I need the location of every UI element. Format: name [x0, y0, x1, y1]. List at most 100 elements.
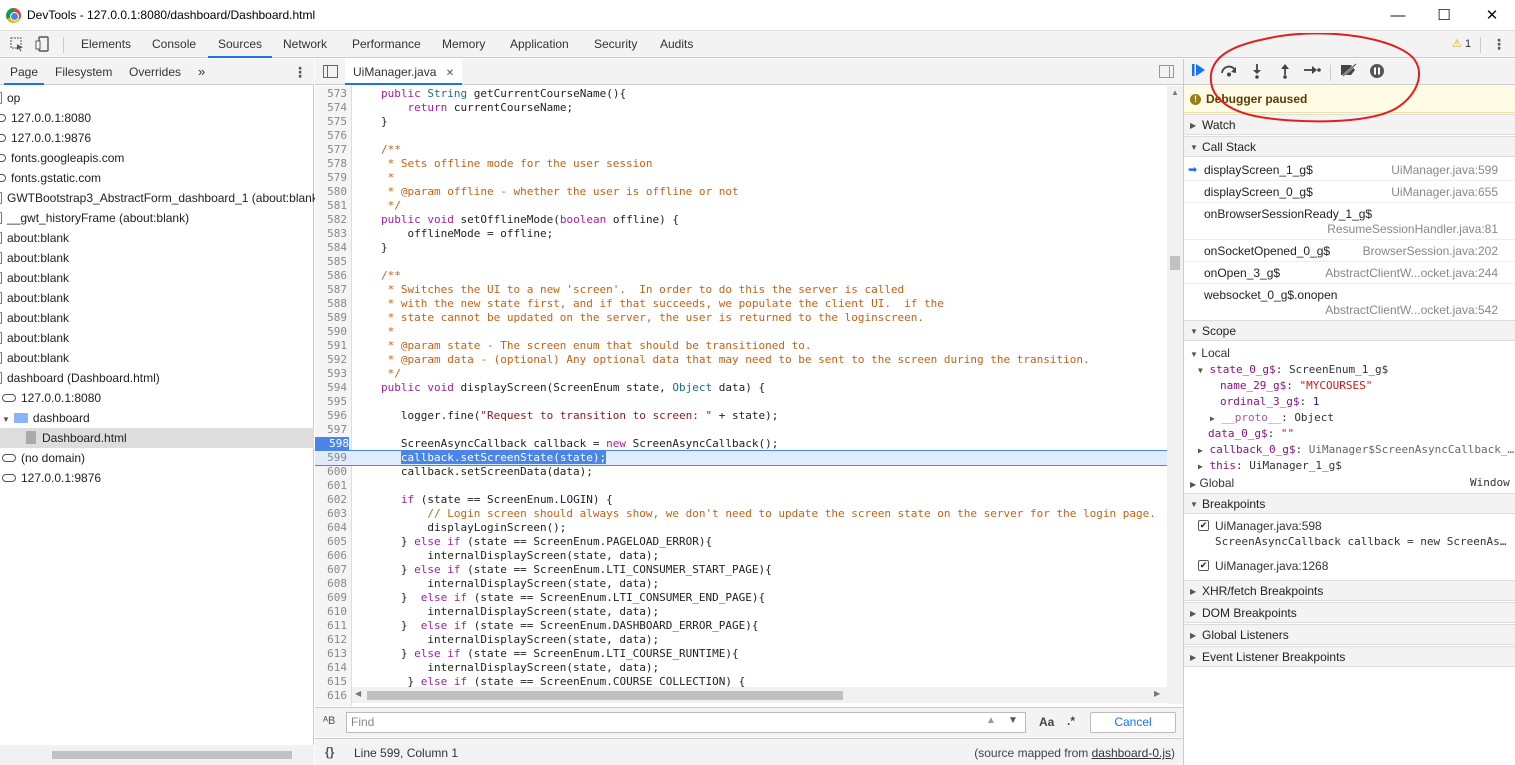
line-number[interactable]: 586 [315, 269, 347, 283]
tree-item[interactable]: 127.0.0.1:9876 [0, 468, 314, 488]
code-line[interactable]: 596 logger.fine("Request to transition t… [315, 409, 1167, 423]
line-number[interactable]: 577 [315, 143, 347, 157]
call-frame[interactable]: displayScreen_0_g$ UiManager.java:655 [1184, 181, 1515, 203]
device-toolbar-icon[interactable] [35, 36, 51, 52]
call-frame-location[interactable]: BrowserSession.java:202 [1363, 244, 1498, 258]
code-line[interactable]: 585 [315, 255, 1167, 269]
tab-elements[interactable]: Elements [81, 31, 131, 58]
tree-item[interactable]: GWTBootstrap3_AbstractForm_dashboard_1 (… [0, 188, 322, 208]
tree-item[interactable]: (no domain) [0, 448, 314, 468]
line-number[interactable]: 613 [315, 647, 347, 661]
code-line[interactable]: 605 } else if (state == ScreenEnum.PAGEL… [315, 535, 1167, 549]
code-line[interactable]: 589 * state cannot be updated on the ser… [315, 311, 1167, 325]
global-listeners-header[interactable]: ▶ Global Listeners [1184, 624, 1515, 645]
step-out-icon[interactable] [1276, 63, 1294, 81]
code-line[interactable]: 613 } else if (state == ScreenEnum.LTI_C… [315, 647, 1167, 661]
xhr-breakpoints-header[interactable]: ▶ XHR/fetch Breakpoints [1184, 580, 1515, 601]
nav-tab-overrides[interactable]: Overrides [129, 59, 181, 85]
code-area[interactable]: 573 public String getCurrentCourseName(){… [315, 86, 1167, 704]
pretty-print-button[interactable]: {} [325, 745, 334, 759]
deactivate-breakpoints-icon[interactable] [1340, 63, 1358, 81]
more-tabs-icon[interactable]: » [198, 59, 205, 85]
call-frame-location[interactable]: ResumeSessionHandler.java:81 [1327, 222, 1498, 236]
scope-proto[interactable]: ▶ __proto__: Object [1210, 410, 1334, 426]
navigator-hscrollbar[interactable] [0, 745, 314, 765]
code-line[interactable]: 587 * Switches the UI to a new 'screen'.… [315, 283, 1167, 297]
find-next-icon[interactable]: ▼ [1008, 715, 1018, 726]
line-number[interactable]: 587 [315, 283, 347, 297]
editor-tab-uimanager[interactable]: UiManager.java ✕ [345, 59, 463, 85]
line-number[interactable]: 609 [315, 591, 347, 605]
line-number[interactable]: 597 [315, 423, 347, 437]
find-prev-icon[interactable]: ▲ [986, 715, 996, 726]
call-frame-location[interactable]: UiManager.java:599 [1391, 163, 1498, 177]
line-number[interactable]: 576 [315, 129, 347, 143]
line-number[interactable]: 585 [315, 255, 347, 269]
breakpoint-item[interactable]: ✔ UiManager.java:598 ScreenAsyncCallback c… [1184, 516, 1515, 554]
step-into-icon[interactable] [1248, 63, 1266, 81]
line-number[interactable]: 588 [315, 297, 347, 311]
line-number[interactable]: 600 [315, 465, 347, 479]
tab-console[interactable]: Console [152, 31, 196, 58]
tree-item[interactable]: 127.0.0.1:9876 [0, 128, 314, 148]
call-frame-location[interactable]: AbstractClientW...ocket.java:244 [1325, 266, 1498, 280]
more-options-icon[interactable]: ⋮ [1492, 36, 1506, 53]
line-number[interactable]: 616 [315, 689, 347, 703]
line-number[interactable]: 573 [315, 87, 347, 101]
line-number[interactable]: 581 [315, 199, 347, 213]
close-tab-icon[interactable]: ✕ [446, 68, 454, 79]
line-number[interactable]: 601 [315, 479, 347, 493]
tab-security[interactable]: Security [594, 31, 637, 58]
line-number[interactable]: 603 [315, 507, 347, 521]
pause-on-exceptions-icon[interactable] [1368, 63, 1386, 81]
tab-audits[interactable]: Audits [660, 31, 693, 58]
close-window-button[interactable]: ✕ [1469, 0, 1515, 31]
tab-application[interactable]: Application [510, 31, 569, 58]
breakpoint-checkbox[interactable]: ✔ [1198, 520, 1209, 531]
scope-local[interactable]: ▼ Local [1190, 345, 1230, 361]
code-line[interactable]: 583 offlineMode = offline; [315, 227, 1167, 241]
toggle-navigator-icon[interactable] [323, 65, 338, 78]
code-line[interactable]: 612 internalDisplayScreen(state, data); [315, 633, 1167, 647]
watch-section-header[interactable]: ▶ Watch [1184, 114, 1515, 135]
line-number[interactable]: 578 [315, 157, 347, 171]
tree-item[interactable]: about:blank [0, 248, 314, 268]
tab-sources[interactable]: Sources [208, 31, 273, 58]
editor-hscrollbar[interactable]: ◀ ▶ [352, 687, 1167, 703]
replace-toggle-icon[interactable]: ᴬB [323, 715, 335, 727]
tree-item[interactable]: dashboard (Dashboard.html) [0, 368, 314, 388]
code-line[interactable]: 573 public String getCurrentCourseName(){ [315, 87, 1167, 101]
line-number[interactable]: 611 [315, 619, 347, 633]
expand-arrow-icon[interactable]: ▼ [2, 415, 10, 424]
code-line[interactable]: 591 * @param state - The screen enum tha… [315, 339, 1167, 353]
code-line[interactable]: 582 public void setOfflineMode(boolean of… [315, 213, 1167, 227]
resume-icon[interactable] [1190, 63, 1208, 81]
call-frame[interactable]: onSocketOpened_0_g$ BrowserSession.java:2… [1184, 240, 1515, 262]
event-listener-breakpoints-header[interactable]: ▶ Event Listener Breakpoints [1184, 646, 1515, 667]
tree-item[interactable]: about:blank [0, 268, 314, 288]
tree-item[interactable]: about:blank [0, 288, 314, 308]
tree-item[interactable]: op [0, 88, 314, 108]
code-line[interactable]: 597 [315, 423, 1167, 437]
scope-name[interactable]: name_29_g$: "MYCOURSES" [1220, 378, 1372, 394]
line-number[interactable]: 591 [315, 339, 347, 353]
scope-state[interactable]: ▼ state_0_g$: ScreenEnum_1_g$ [1198, 362, 1388, 378]
code-line[interactable]: 588 * with the new state first, and if t… [315, 297, 1167, 311]
line-number[interactable]: 582 [315, 213, 347, 227]
minimize-button[interactable]: — [1375, 0, 1421, 31]
line-number[interactable]: 589 [315, 311, 347, 325]
line-number[interactable]: 606 [315, 549, 347, 563]
match-case-button[interactable]: Aa [1039, 715, 1054, 729]
code-line[interactable]: 604 displayLoginScreen(); [315, 521, 1167, 535]
code-line[interactable]: 586 /** [315, 269, 1167, 283]
code-line[interactable]: 601 [315, 479, 1167, 493]
code-line[interactable]: 593 */ [315, 367, 1167, 381]
scope-this[interactable]: ▶ this: UiManager_1_g$ [1198, 458, 1342, 474]
line-number[interactable]: 579 [315, 171, 347, 185]
warning-count[interactable]: 1 [1465, 38, 1471, 50]
breakpoint-checkbox[interactable]: ✔ [1198, 560, 1209, 571]
call-frame[interactable]: onBrowserSessionReady_1_g$ ResumeSessionH… [1184, 203, 1515, 240]
line-number[interactable]: 605 [315, 535, 347, 549]
line-number[interactable]: 595 [315, 395, 347, 409]
line-number[interactable]: 596 [315, 409, 347, 423]
